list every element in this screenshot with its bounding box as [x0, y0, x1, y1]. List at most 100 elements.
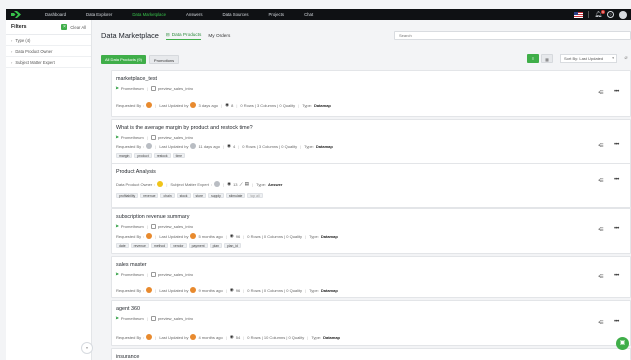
updated-label: Last Updated by	[159, 143, 189, 149]
card-title[interactable]: insurance	[116, 354, 139, 360]
card-meta: Requested By: | Last Updated by 4 months…	[116, 334, 341, 340]
user-avatar-icon[interactable]	[619, 10, 627, 19]
main-content: Data Marketplace ⊟ Data Products My Order…	[100, 20, 631, 360]
chevron-right-icon: ›	[11, 59, 13, 65]
filter-subject-matter-expert[interactable]: › Subject Matter Expert	[6, 57, 91, 68]
type-label: Type:	[256, 181, 266, 187]
tag[interactable]: time	[172, 153, 186, 158]
sort-label: Sort By: Last Updated	[564, 56, 604, 61]
tag[interactable]: product	[134, 153, 152, 158]
grid-view-icon[interactable]: ▦	[541, 54, 553, 63]
more-icon[interactable]: •••	[614, 89, 619, 95]
card-title[interactable]: subscription revenue summary	[116, 214, 189, 220]
eye-icon: ◉	[227, 143, 232, 148]
chat-fab-button[interactable]: ▣	[616, 337, 629, 350]
card-title[interactable]: agent 360	[116, 306, 140, 312]
avatar	[214, 181, 221, 187]
avatar	[190, 102, 197, 108]
data-product-card[interactable]: Product Analysis Data Product Owner: | S…	[111, 163, 631, 208]
nav-data-marketplace[interactable]: Data Marketplace	[122, 9, 176, 20]
data-product-card[interactable]: sales master ⪢ Prometheum | preview_sales…	[111, 256, 631, 298]
all-data-products-pill[interactable]: All Data Products (9)	[101, 54, 146, 64]
us-flag-icon[interactable]	[574, 11, 584, 18]
tag[interactable]: payment	[188, 243, 208, 248]
filter-type[interactable]: › Type (4)	[6, 35, 91, 46]
tag-list: date revenue method vendor payment plan …	[116, 243, 241, 248]
help-icon[interactable]: ?	[607, 11, 614, 18]
data-product-card[interactable]: subscription revenue summary ⪢ Prometheu…	[111, 208, 631, 254]
avatar	[146, 233, 153, 239]
sort-select[interactable]: Sort By: Last Updated ▾	[560, 54, 617, 63]
datasource-icon: ⪢	[116, 315, 119, 321]
pin-icon[interactable]: ⌀	[622, 54, 630, 63]
tag[interactable]: restock	[153, 153, 171, 158]
tag[interactable]: stimulate	[225, 193, 246, 198]
type-value: Datamap	[315, 143, 333, 149]
tag[interactable]: method	[150, 243, 169, 248]
filter-data-product-owner[interactable]: › Data Product Owner	[6, 46, 91, 57]
clear-all-label: Clear All	[70, 24, 86, 30]
nav-data-explorer[interactable]: Data Explorer	[76, 9, 122, 20]
share-icon[interactable]: ⋲	[598, 274, 604, 280]
view-toggle: ≡ ▦	[527, 54, 553, 63]
avatar	[157, 181, 164, 187]
tag[interactable]: stock	[176, 193, 191, 198]
nav-chat[interactable]: Chat	[294, 9, 323, 20]
tag[interactable]: top all	[247, 193, 263, 198]
database-icon	[150, 271, 156, 277]
tag[interactable]: margin	[116, 153, 133, 158]
tag[interactable]: plan_id	[224, 243, 241, 248]
more-icon[interactable]: •••	[614, 226, 619, 232]
updated-ago: 4 months ago	[198, 334, 223, 340]
more-icon[interactable]: •••	[614, 273, 619, 279]
tab-data-products[interactable]: ⊟ Data Products	[165, 30, 202, 40]
tag[interactable]: supply	[208, 193, 224, 198]
share-icon[interactable]: ⋲	[598, 227, 604, 233]
share-icon[interactable]: ⋲	[598, 320, 604, 326]
dataset-name: preview_sales_intro	[157, 85, 194, 91]
filter-label: Subject Matter Expert	[15, 59, 55, 65]
database-icon	[150, 315, 156, 321]
more-icon[interactable]: •••	[614, 142, 619, 148]
filters-sidebar: Filters × Clear All › Type (4) › Data Prod…	[6, 20, 92, 360]
app-logo-icon[interactable]	[11, 11, 21, 19]
tag[interactable]: chain	[160, 193, 175, 198]
requested-by-label: Requested By	[116, 102, 142, 108]
collapse-sidebar-button[interactable]: »	[81, 342, 93, 354]
database-icon	[150, 134, 156, 140]
card-meta: Data Product Owner: | Subject Matter Exp…	[116, 181, 283, 187]
tag[interactable]: revenue	[140, 193, 159, 198]
tag[interactable]: revenue	[130, 243, 149, 248]
tag[interactable]: plan	[209, 243, 222, 248]
dataset-name: preview_sales_intro	[157, 223, 194, 229]
view-count: 8	[231, 102, 234, 108]
nav-data-sources[interactable]: Data Sources	[212, 9, 258, 20]
tag[interactable]: date	[116, 243, 129, 248]
database-icon	[150, 85, 156, 91]
card-title[interactable]: sales master	[116, 262, 147, 268]
card-title[interactable]: marketplace_test	[116, 76, 157, 82]
card-stats: 0 Rows | 3 Columns | 0 Quality	[242, 143, 298, 149]
more-icon[interactable]: •••	[614, 177, 619, 183]
data-product-card[interactable]: marketplace_test ⪢ Prometheum | preview_s…	[111, 70, 631, 117]
card-title[interactable]: Product Analysis	[116, 169, 156, 175]
share-icon[interactable]: ⋲	[598, 178, 604, 184]
nav-projects[interactable]: Projects	[259, 9, 295, 20]
bell-icon[interactable]: 🔔︎ 9	[594, 9, 605, 18]
tag[interactable]: profitability	[116, 193, 139, 198]
data-product-card[interactable]: agent 360 ⪢ Prometheum | preview_sales_in…	[111, 300, 631, 346]
share-icon[interactable]: ⋲	[598, 143, 604, 149]
nav-dashboard[interactable]: Dashboard	[35, 9, 76, 20]
search-input[interactable]	[394, 31, 631, 40]
more-icon[interactable]: •••	[614, 319, 619, 325]
share-icon[interactable]: ⋲	[598, 90, 604, 96]
card-title[interactable]: What is the average margin by product an…	[116, 125, 253, 131]
nav-answers[interactable]: Answers	[176, 9, 212, 20]
tab-my-orders[interactable]: My Orders	[208, 30, 230, 40]
tag[interactable]: vendor	[170, 243, 187, 248]
promotions-pill[interactable]: Promotions	[148, 54, 180, 64]
tag[interactable]: store	[192, 193, 207, 198]
clear-all-button[interactable]: × Clear All	[61, 24, 86, 30]
list-view-icon[interactable]: ≡	[527, 54, 539, 63]
data-product-card[interactable]: insurance	[111, 348, 631, 360]
